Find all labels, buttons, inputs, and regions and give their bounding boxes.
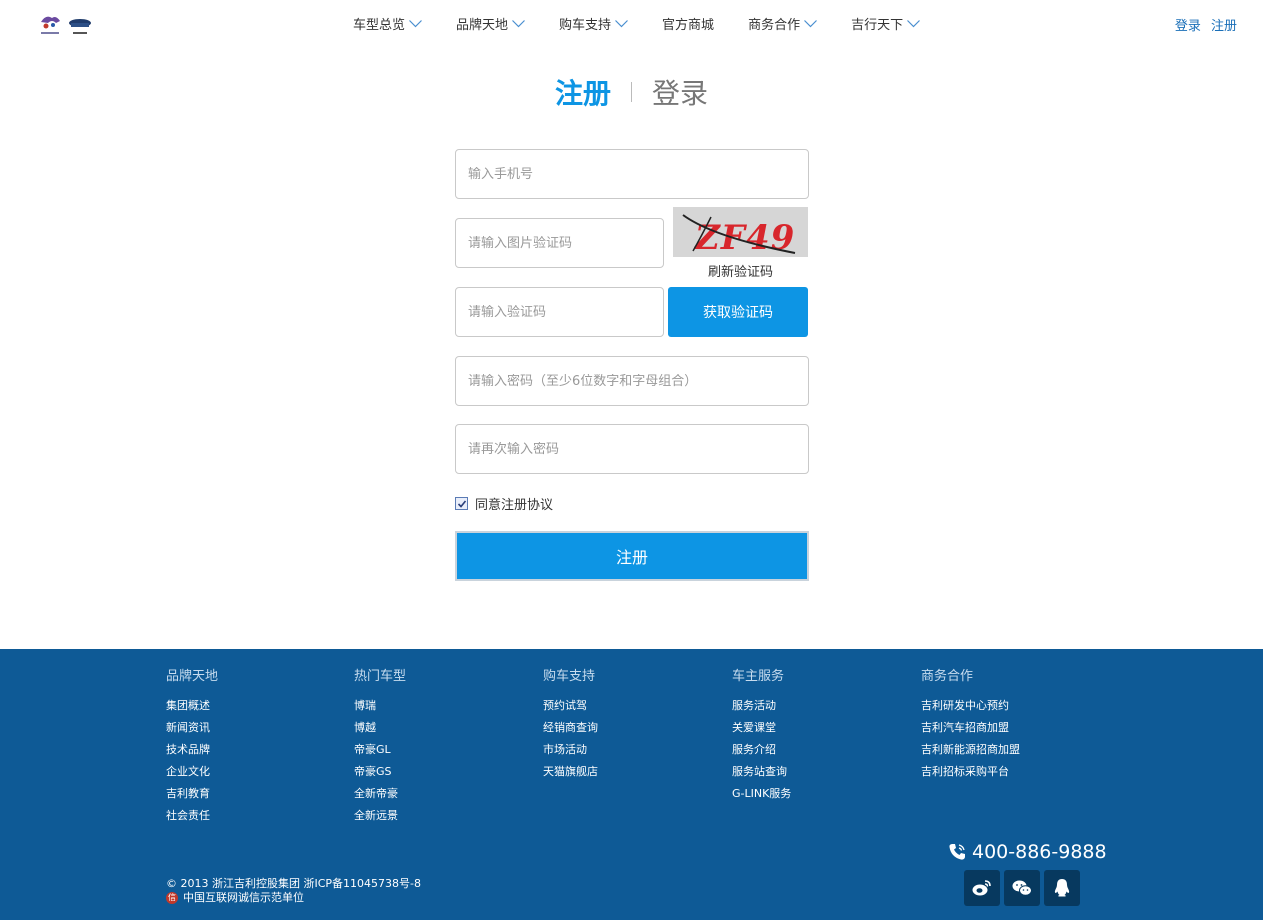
password-field[interactable] [455, 356, 809, 406]
copyright-block: © 2013 浙江吉利控股集团 浙ICP备11045738号-8 信 中国互联网… [166, 877, 421, 905]
footer-link[interactable]: 服务活动 [732, 695, 791, 717]
phone-input[interactable] [468, 166, 796, 182]
footer-link[interactable]: 吉利教育 [166, 783, 218, 805]
chevron-down-icon [409, 19, 422, 27]
footer-link[interactable]: 服务站查询 [732, 761, 791, 783]
tab-login[interactable]: 登录 [652, 72, 708, 112]
footer-column-title: 品牌天地 [166, 669, 219, 684]
footer-column-owner: 车主服务 服务活动 关爱课堂 服务介绍 服务站查询 G-LINK服务 [732, 665, 791, 805]
nav-item-label: 品牌天地 [456, 18, 509, 33]
main-nav: 车型总览 品牌天地 购车支持 官方商城 商务合作 吉行天下 [353, 14, 954, 33]
footer-column-title: 热门车型 [354, 669, 407, 684]
nav-item-models[interactable]: 车型总览 [353, 14, 422, 33]
captcha-image[interactable]: ZF49 [673, 207, 808, 257]
phone-icon [949, 844, 965, 860]
nav-item-business[interactable]: 商务合作 [748, 14, 818, 33]
chevron-down-icon [615, 19, 628, 27]
wechat-icon [1012, 880, 1032, 896]
footer-column-title: 商务合作 [921, 669, 974, 684]
footer-link[interactable]: 预约试驾 [543, 695, 598, 717]
password-input[interactable] [468, 373, 796, 389]
nav-item-store[interactable]: 官方商城 [662, 14, 714, 33]
tab-divider [631, 82, 632, 102]
footer-link[interactable]: 关爱课堂 [732, 717, 791, 739]
geely-logo[interactable] [38, 12, 96, 38]
footer-link[interactable]: G-LINK服务 [732, 783, 791, 805]
footer-column-title: 车主服务 [732, 669, 785, 684]
sms-code-input[interactable] [468, 304, 651, 320]
footer-link[interactable]: 博越 [354, 717, 406, 739]
copyright-text: © 2013 浙江吉利控股集团 浙ICP备11045738号-8 [166, 877, 421, 890]
footer-link[interactable]: 经销商查询 [543, 717, 598, 739]
trust-badge-row[interactable]: 信 中国互联网诚信示范单位 [166, 891, 421, 905]
get-code-button[interactable]: 获取验证码 [668, 287, 808, 337]
auth-links: 登录 注册 [1175, 15, 1237, 34]
nav-item-label: 车型总览 [353, 18, 406, 33]
footer-link[interactable]: 技术品牌 [166, 739, 218, 761]
hotline-number: 400-886-9888 [972, 841, 1107, 863]
site-footer: 品牌天地 集团概述 新闻资讯 技术品牌 企业文化 吉利教育 社会责任 热门车型 … [0, 649, 1263, 920]
footer-column-models: 热门车型 博瑞 博越 帝豪GL 帝豪GS 全新帝豪 全新远景 [354, 665, 406, 827]
footer-link[interactable]: 社会责任 [166, 805, 218, 827]
register-submit-button[interactable]: 注册 [455, 531, 809, 581]
footer-column-brand: 品牌天地 集团概述 新闻资讯 技术品牌 企业文化 吉利教育 社会责任 [166, 665, 218, 827]
nav-item-label: 吉行天下 [851, 18, 904, 33]
header-login-link[interactable]: 登录 [1175, 19, 1201, 34]
tab-register[interactable]: 注册 [555, 72, 611, 112]
footer-link[interactable]: 吉利新能源招商加盟 [921, 739, 1020, 761]
nav-item-purchase[interactable]: 购车支持 [559, 14, 628, 33]
footer-column-purchase: 购车支持 预约试驾 经销商查询 市场活动 天猫旗舰店 [543, 665, 598, 783]
nav-item-label: 官方商城 [662, 18, 715, 33]
footer-link[interactable]: 集团概述 [166, 695, 218, 717]
phone-field[interactable] [455, 149, 809, 199]
header-register-link[interactable]: 注册 [1211, 19, 1237, 34]
footer-link[interactable]: 吉利研发中心预约 [921, 695, 1020, 717]
agree-checkbox[interactable] [455, 497, 468, 510]
wechat-button[interactable] [1004, 870, 1040, 906]
trust-text: 中国互联网诚信示范单位 [183, 891, 304, 904]
footer-link[interactable]: 吉利招标采购平台 [921, 761, 1020, 783]
qq-button[interactable] [1044, 870, 1080, 906]
nav-item-label: 购车支持 [559, 18, 612, 33]
footer-link[interactable]: 帝豪GS [354, 761, 406, 783]
footer-link[interactable]: 新闻资讯 [166, 717, 218, 739]
weibo-icon [972, 880, 991, 896]
confirm-password-field[interactable] [455, 424, 809, 474]
nav-item-label: 商务合作 [748, 18, 801, 33]
hotline: 400-886-9888 [948, 841, 1107, 863]
nav-item-brand[interactable]: 品牌天地 [456, 14, 525, 33]
site-header: 车型总览 品牌天地 购车支持 官方商城 商务合作 吉行天下 登录 注册 [0, 0, 1263, 48]
footer-column-business: 商务合作 吉利研发中心预约 吉利汽车招商加盟 吉利新能源招商加盟 吉利招标采购平… [921, 665, 1020, 783]
agreement-row: 同意注册协议 [455, 494, 553, 513]
footer-link[interactable]: 博瑞 [354, 695, 406, 717]
footer-link[interactable]: 服务介绍 [732, 739, 791, 761]
image-code-input[interactable] [468, 235, 651, 251]
sms-code-field[interactable] [455, 287, 664, 337]
chevron-down-icon [512, 19, 525, 27]
chevron-down-icon [804, 19, 818, 27]
footer-link[interactable]: 吉利汽车招商加盟 [921, 717, 1020, 739]
nav-item-travel[interactable]: 吉行天下 [851, 14, 921, 33]
footer-link[interactable]: 帝豪GL [354, 739, 406, 761]
social-links [964, 870, 1084, 906]
trust-badge-icon: 信 [166, 892, 178, 904]
footer-link[interactable]: 市场活动 [543, 739, 598, 761]
image-code-field[interactable] [455, 218, 664, 268]
agree-label[interactable]: 同意注册协议 [475, 494, 553, 513]
footer-link[interactable]: 全新帝豪 [354, 783, 406, 805]
auth-tabs: 注册 登录 [0, 72, 1263, 112]
refresh-captcha-link[interactable]: 刷新验证码 [673, 261, 808, 280]
qq-icon [1054, 879, 1070, 897]
footer-link[interactable]: 全新远景 [354, 805, 406, 827]
footer-column-title: 购车支持 [543, 669, 596, 684]
weibo-button[interactable] [964, 870, 1000, 906]
footer-link[interactable]: 企业文化 [166, 761, 218, 783]
footer-link[interactable]: 天猫旗舰店 [543, 761, 598, 783]
chevron-down-icon [907, 19, 921, 27]
checkmark-icon [457, 499, 466, 508]
confirm-password-input[interactable] [468, 441, 796, 457]
